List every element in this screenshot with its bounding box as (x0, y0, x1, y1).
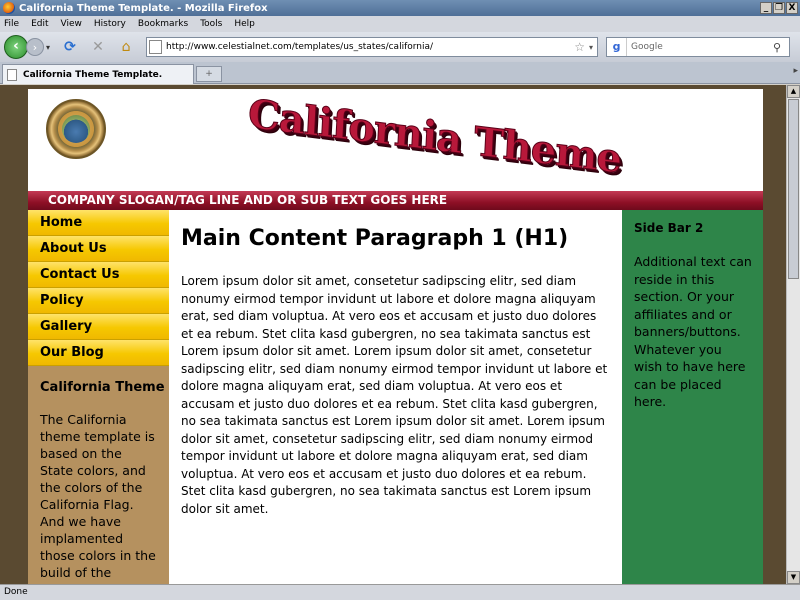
status-text: Done (4, 587, 28, 597)
nav-policy[interactable]: Policy (28, 288, 169, 314)
nav-about-us[interactable]: About Us (28, 236, 169, 262)
menu-tools[interactable]: Tools (200, 19, 222, 29)
left-sidebar: Home About Us Contact Us Policy Gallery … (28, 210, 169, 584)
nav-contact-us[interactable]: Contact Us (28, 262, 169, 288)
sidebar2-text: Additional text can reside in this secti… (634, 254, 752, 409)
bookmark-star-icon[interactable]: ☆ (574, 40, 585, 54)
sidebar1-title: California Theme (40, 380, 165, 395)
tab-scroll-icon[interactable]: ▸ (793, 66, 798, 76)
site-header: California Theme (28, 89, 763, 191)
menu-history[interactable]: History (94, 19, 126, 29)
right-sidebar: Side Bar 2 Additional text can reside in… (622, 210, 763, 584)
site-logo[interactable]: California Theme (247, 90, 623, 183)
tab-page-icon (7, 68, 17, 81)
stop-icon[interactable]: ✕ (89, 38, 107, 56)
history-dropdown-icon[interactable]: ▾ (46, 43, 50, 52)
menu-file[interactable]: File (4, 19, 19, 29)
california-seal-icon (46, 99, 106, 159)
menu-bookmarks[interactable]: Bookmarks (138, 19, 188, 29)
main-content: Main Content Paragraph 1 (H1) Lorem ipsu… (169, 210, 622, 584)
search-icon[interactable]: ⚲ (773, 41, 789, 54)
menu-help[interactable]: Help (234, 19, 255, 29)
page-icon (149, 40, 163, 54)
scroll-down-icon[interactable]: ▼ (787, 571, 800, 584)
search-bar[interactable]: g Google ⚲ (606, 37, 791, 57)
restore-button[interactable]: ❐ (773, 2, 785, 14)
scroll-up-icon[interactable]: ▲ (787, 85, 800, 98)
search-input[interactable]: Google (627, 42, 773, 52)
tab-california-theme[interactable]: California Theme Template. (2, 64, 194, 84)
vertical-scrollbar[interactable]: ▲ ▼ (786, 85, 800, 584)
tab-bar: California Theme Template. + ▸ (0, 62, 800, 84)
back-button[interactable]: ‹ (4, 35, 28, 59)
window-controls: _ ❐ X (760, 2, 798, 14)
main-heading: Main Content Paragraph 1 (H1) (181, 226, 569, 251)
menu-bar: File Edit View History Bookmarks Tools H… (0, 16, 800, 32)
seal-center (62, 115, 90, 143)
reload-icon[interactable]: ⟳ (61, 38, 79, 56)
menu-edit[interactable]: Edit (31, 19, 48, 29)
search-engine-icon[interactable]: g (607, 38, 628, 56)
url-text[interactable]: http://www.celestialnet.com/templates/us… (166, 42, 574, 52)
url-bar[interactable]: http://www.celestialnet.com/templates/us… (146, 37, 599, 57)
site-container: California Theme COMPANY SLOGAN/TAG LINE… (28, 89, 763, 584)
sidebar1-text: The California theme template is based o… (40, 412, 156, 580)
window-title: California Theme Template. - Mozilla Fir… (19, 2, 268, 14)
forward-button[interactable]: › (26, 38, 44, 56)
nav-gallery[interactable]: Gallery (28, 314, 169, 340)
page-viewport: California Theme COMPANY SLOGAN/TAG LINE… (0, 85, 786, 584)
scroll-thumb[interactable] (788, 99, 799, 279)
new-tab-button[interactable]: + (196, 66, 222, 82)
sidebar2-title: Side Bar 2 (634, 221, 704, 235)
nav-our-blog[interactable]: Our Blog (28, 340, 169, 366)
minimize-button[interactable]: _ (760, 2, 772, 14)
tab-label: California Theme Template. (23, 69, 163, 80)
main-paragraph: Lorem ipsum dolor sit amet, consetetur s… (181, 274, 608, 516)
home-icon[interactable]: ⌂ (117, 38, 135, 56)
window-titlebar: California Theme Template. - Mozilla Fir… (0, 0, 800, 16)
status-bar: Done (0, 584, 800, 600)
menu-view[interactable]: View (61, 19, 82, 29)
close-button[interactable]: X (786, 2, 798, 14)
firefox-icon (3, 2, 15, 14)
nav-home[interactable]: Home (28, 210, 169, 236)
url-dropdown-icon[interactable]: ▾ (589, 43, 593, 52)
site-slogan: COMPANY SLOGAN/TAG LINE AND OR SUB TEXT … (28, 191, 763, 210)
navigation-toolbar: ‹ › ▾ ⟳ ✕ ⌂ http://www.celestialnet.com/… (0, 32, 800, 62)
